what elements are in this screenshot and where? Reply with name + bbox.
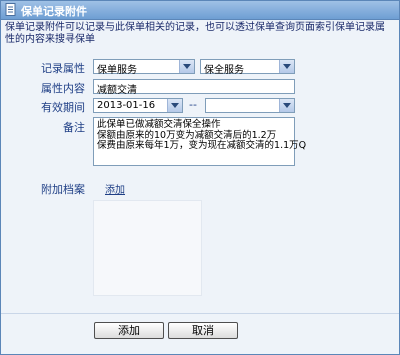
- title-bar: 保单记录附件: [1, 1, 399, 20]
- remark-line: 保费由原来每年1万，变为现在减额交清的1.1万Q: [97, 140, 307, 151]
- chevron-down-icon[interactable]: [167, 99, 182, 112]
- remark-line: 此保单已做减额交清保全操作: [97, 119, 221, 130]
- chevron-down-icon[interactable]: [279, 99, 294, 112]
- attachment-area: [93, 200, 202, 296]
- attr-content-label: 属性内容: [41, 82, 85, 95]
- record-subattr-value: 保全服务: [204, 65, 244, 76]
- attr-content-input[interactable]: 减额交清: [93, 79, 295, 96]
- record-attr-label: 记录属性: [41, 62, 85, 75]
- add-button[interactable]: 添加: [94, 322, 164, 339]
- validity-start-select[interactable]: 2013-01-16: [93, 98, 183, 113]
- validity-separator: --: [189, 98, 197, 111]
- add-attachment-link[interactable]: 添加: [105, 181, 125, 196]
- cancel-button[interactable]: 取消: [168, 322, 238, 339]
- remark-textarea[interactable]: 此保单已做减额交清保全操作 保额由原来的10万变为减额交清后的1.2万 保费由原…: [93, 117, 307, 166]
- record-attr-select[interactable]: 保单服务: [93, 59, 195, 76]
- validity-end-select[interactable]: [205, 98, 295, 113]
- remark-label: 备注: [63, 121, 85, 134]
- chevron-down-icon[interactable]: [179, 60, 194, 73]
- attachment-dialog: 保单记录附件 保单记录附件可以记录与此保单相关的记录，也可以透过保单查询页面索引…: [0, 0, 400, 355]
- intro-text: 保单记录附件可以记录与此保单相关的记录，也可以透过保单查询页面索引保单记录属性的…: [5, 22, 385, 45]
- record-subattr-select[interactable]: 保全服务: [200, 59, 295, 76]
- document-icon: [5, 3, 17, 16]
- validity-start-value: 2013-01-16: [97, 100, 156, 111]
- attr-content-value: 减额交清: [97, 85, 137, 96]
- record-attr-value: 保单服务: [97, 65, 137, 76]
- chevron-down-icon[interactable]: [279, 60, 294, 73]
- window-title: 保单记录附件: [21, 5, 87, 18]
- attach-label: 附加档案: [41, 183, 85, 196]
- validity-label: 有效期间: [41, 101, 85, 114]
- footer-divider: [1, 313, 399, 314]
